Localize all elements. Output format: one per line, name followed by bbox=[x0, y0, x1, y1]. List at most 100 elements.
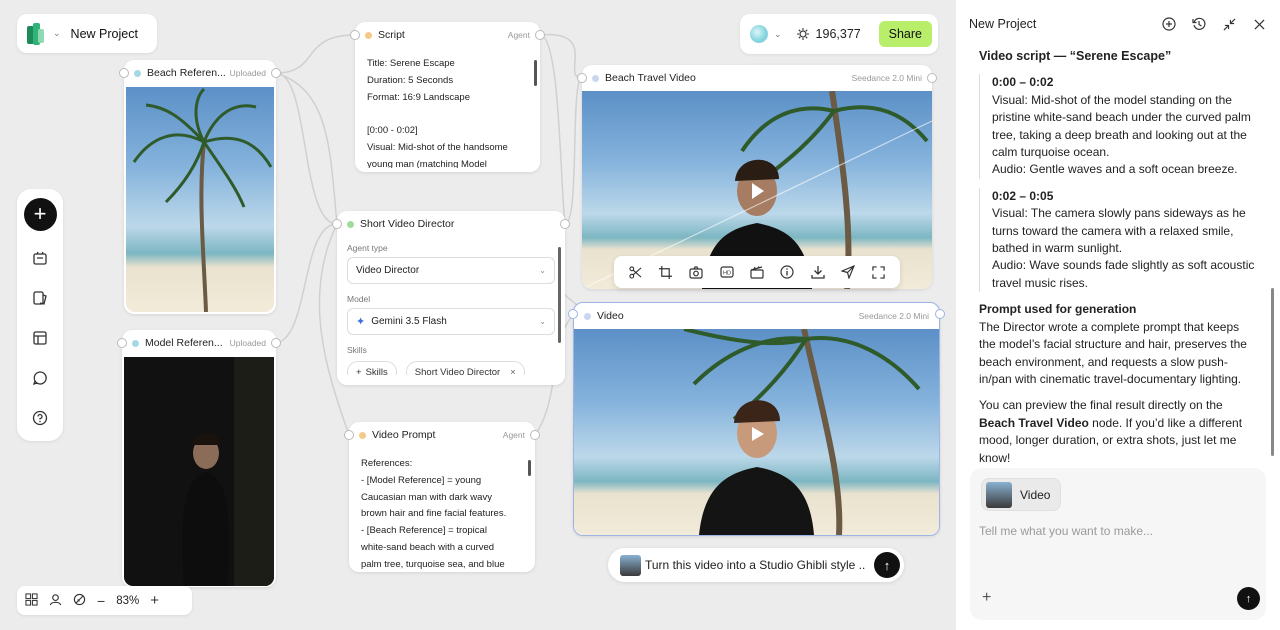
node-title: Script bbox=[378, 29, 405, 41]
video-node[interactable]: Video Seedance 2.0 Mini bbox=[568, 302, 945, 536]
output-port[interactable] bbox=[271, 68, 281, 78]
node-tag: Agent bbox=[502, 430, 525, 440]
status-dot bbox=[359, 431, 366, 439]
attached-video-chip[interactable]: Video bbox=[981, 478, 1062, 511]
fullscreen-icon[interactable] bbox=[869, 262, 889, 282]
node-title: Video Prompt bbox=[372, 429, 436, 441]
help-icon[interactable] bbox=[26, 404, 54, 432]
script-heading: Video script — “Serene Escape” bbox=[979, 49, 1172, 63]
new-chat-icon[interactable] bbox=[1161, 16, 1177, 32]
skills-label: Skills bbox=[347, 345, 367, 355]
model-select[interactable]: ✦ Gemini 3.5 Flash ⌄ bbox=[347, 308, 555, 335]
canvas[interactable]: ⌄ New Project + ⌄ 196,377 Share Beach Re… bbox=[0, 0, 956, 630]
scrollbar[interactable] bbox=[534, 60, 537, 86]
project-menu[interactable]: ⌄ New Project bbox=[17, 14, 157, 53]
history-icon[interactable] bbox=[1191, 16, 1207, 32]
send-button[interactable]: ↑ bbox=[1237, 587, 1260, 610]
node-tag: Uploaded bbox=[229, 68, 266, 78]
assets-icon[interactable] bbox=[26, 244, 54, 272]
model-reference-image bbox=[124, 357, 274, 586]
status-dot bbox=[347, 220, 354, 228]
input-port[interactable] bbox=[119, 68, 129, 78]
prompt-heading: Prompt used for generation bbox=[979, 302, 1137, 317]
video-preview[interactable] bbox=[574, 329, 939, 535]
send-icon[interactable] bbox=[838, 262, 858, 282]
magic-icon[interactable] bbox=[73, 593, 86, 609]
video-prompt-bar[interactable]: Turn this video into a Studio Ghibli sty… bbox=[608, 548, 904, 582]
input-port[interactable] bbox=[117, 338, 127, 348]
grid-icon[interactable] bbox=[25, 592, 38, 609]
scrollbar[interactable] bbox=[558, 247, 561, 343]
app-logo bbox=[27, 22, 45, 45]
model-value: Gemini 3.5 Flash bbox=[371, 316, 447, 327]
output-port[interactable] bbox=[271, 338, 281, 348]
beach-reference-node[interactable]: Beach Referen... Uploaded bbox=[119, 60, 281, 314]
input-port[interactable] bbox=[350, 30, 360, 40]
user-avatar[interactable] bbox=[750, 25, 768, 43]
chat-input[interactable]: Tell me what you want to make... bbox=[979, 524, 1153, 538]
layout-icon[interactable] bbox=[26, 324, 54, 352]
crop-icon[interactable] bbox=[656, 262, 676, 282]
section-audio: Audio: Gentle waves and a soft ocean bre… bbox=[992, 162, 1238, 177]
skill-chip[interactable]: Short Video Director × bbox=[405, 361, 525, 376]
scrollbar[interactable] bbox=[528, 460, 531, 476]
panel-title: New Project bbox=[969, 17, 1037, 31]
chevron-down-icon: ⌄ bbox=[539, 317, 546, 326]
output-port[interactable] bbox=[927, 73, 937, 83]
panel-scrollbar[interactable] bbox=[1271, 288, 1274, 456]
input-port[interactable] bbox=[577, 73, 587, 83]
output-port[interactable] bbox=[935, 309, 945, 319]
node-title: Short Video Director bbox=[360, 218, 455, 230]
library-icon[interactable] bbox=[26, 284, 54, 312]
node-tag: Agent bbox=[507, 30, 530, 40]
chat-icon[interactable] bbox=[26, 364, 54, 392]
section-time: 0:00 – 0:02 bbox=[992, 75, 1054, 90]
zoom-controls: − 83% + bbox=[17, 586, 192, 615]
prompt-text[interactable]: Turn this video into a Studio Ghibli sty… bbox=[645, 558, 865, 572]
section-time: 0:02 – 0:05 bbox=[992, 188, 1054, 203]
add-button[interactable]: + bbox=[23, 198, 57, 231]
output-port[interactable] bbox=[530, 430, 540, 440]
input-port[interactable] bbox=[332, 219, 342, 229]
output-port[interactable] bbox=[535, 30, 545, 40]
video-prompt-text[interactable]: References: - [Model Reference] = young … bbox=[349, 448, 535, 570]
video-thumbnail bbox=[986, 481, 1012, 508]
info-icon[interactable] bbox=[777, 262, 797, 282]
closing-message: You can preview the final result directl… bbox=[979, 398, 1243, 465]
sparkle-icon bbox=[796, 28, 809, 40]
hd-icon[interactable]: HD bbox=[717, 262, 737, 282]
zoom-in-button[interactable]: + bbox=[150, 592, 159, 609]
collapse-icon[interactable] bbox=[1221, 16, 1237, 32]
node-link[interactable]: Beach Travel Video bbox=[979, 416, 1089, 430]
share-button[interactable]: Share bbox=[878, 21, 932, 47]
model-reference-node[interactable]: Model Referen... Uploaded bbox=[117, 330, 281, 587]
scissors-icon[interactable] bbox=[625, 262, 645, 282]
download-icon[interactable] bbox=[808, 262, 828, 282]
node-tag: Seedance 2.0 Mini bbox=[858, 311, 929, 321]
media-toolbar: HD bbox=[614, 256, 900, 288]
input-port[interactable] bbox=[344, 430, 354, 440]
input-port[interactable] bbox=[568, 309, 578, 319]
chevron-down-icon[interactable]: ⌄ bbox=[774, 29, 782, 40]
close-icon[interactable] bbox=[1251, 16, 1267, 32]
script-text[interactable]: Title: Serene Escape Duration: 5 Seconds… bbox=[355, 48, 540, 168]
attach-button[interactable]: + bbox=[982, 589, 991, 607]
section-visual: Visual: The camera slowly pans sideways … bbox=[992, 206, 1246, 256]
clapper-icon[interactable] bbox=[747, 262, 767, 282]
zoom-out-button[interactable]: − bbox=[97, 593, 105, 609]
camera-icon[interactable] bbox=[686, 262, 706, 282]
add-skill-button[interactable]: + Skills bbox=[347, 361, 397, 375]
short-video-director-node[interactable]: Short Video Director Agent type Video Di… bbox=[332, 211, 570, 385]
user-icon[interactable] bbox=[49, 593, 62, 609]
agent-type-select[interactable]: Video Director ⌄ bbox=[347, 257, 555, 284]
credits-counter[interactable]: 196,377 bbox=[796, 27, 861, 41]
node-tag: Uploaded bbox=[229, 338, 266, 348]
output-port[interactable] bbox=[560, 219, 570, 229]
video-prompt-node[interactable]: Video Prompt Agent References: - [Model … bbox=[344, 422, 540, 572]
agent-type-label: Agent type bbox=[347, 243, 388, 253]
send-button[interactable]: ↑ bbox=[874, 552, 900, 578]
close-icon[interactable]: × bbox=[510, 367, 516, 376]
status-dot bbox=[134, 69, 141, 77]
section-visual: Visual: Mid-shot of the model standing o… bbox=[992, 92, 1251, 160]
script-node[interactable]: Script Agent Title: Serene Escape Durati… bbox=[350, 22, 545, 172]
